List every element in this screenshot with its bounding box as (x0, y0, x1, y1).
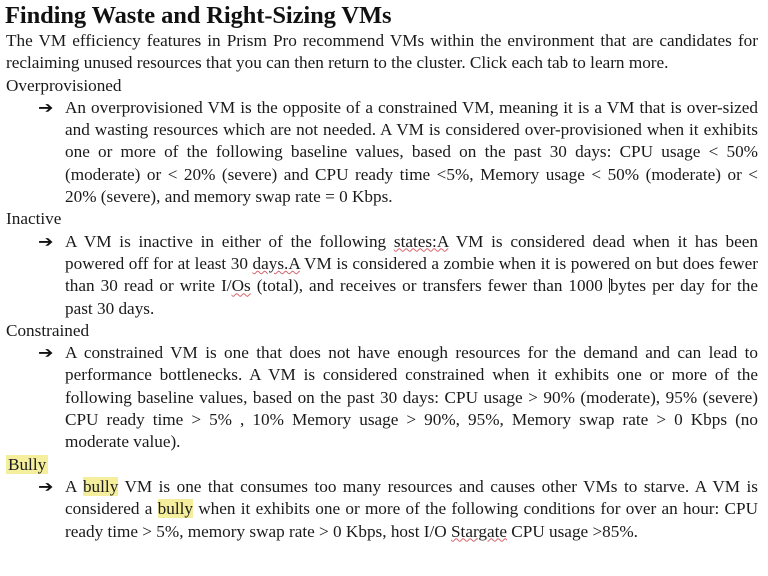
section-heading-constrained: Constrained (6, 320, 90, 340)
bullet-item-overprovisioned: ➔ An overprovisioned VM is the opposite … (0, 97, 768, 208)
section-heading-inactive: Inactive (6, 209, 62, 229)
bullet-text-constrained: A constrained VM is one that does not ha… (65, 343, 758, 452)
text-run: A VM is inactive in either of the follow… (65, 231, 394, 251)
text-run: CPU usage >85%. (507, 521, 638, 541)
section-heading-bully: Bully (0, 454, 768, 476)
arrow-bullet-icon: ➔ (38, 97, 54, 117)
page-title: Finding Waste and Right-Sizing VMs (5, 2, 392, 29)
spellcheck-flagged-text: days.A (252, 253, 300, 273)
arrow-bullet-icon: ➔ (38, 343, 54, 363)
text-run: (total), and receives or transfers fewer… (250, 276, 609, 296)
bullet-item-bully: ➔ A bully VM is one that consumes too ma… (0, 476, 768, 543)
bullet-item-inactive: ➔ A VM is inactive in either of the foll… (0, 231, 768, 320)
spellcheck-flagged-text: Stargate (450, 521, 507, 541)
highlighted-text: bully (157, 499, 193, 519)
spellcheck-flagged-text: Os (231, 276, 251, 296)
section-constrained: Constrained ➔ A constrained VM is one th… (0, 320, 768, 454)
section-overprovisioned: Overprovisioned ➔ An overprovisioned VM … (0, 75, 768, 209)
bullet-text-inactive: A VM is inactive in either of the follow… (65, 231, 758, 320)
bullet-item-constrained: ➔ A constrained VM is one that does not … (0, 342, 768, 453)
bullet-text-overprovisioned: An overprovisioned VM is the opposite of… (65, 97, 758, 207)
spellcheck-flagged-text: states:A (393, 231, 449, 251)
arrow-bullet-icon: ➔ (38, 476, 54, 496)
intro-paragraph: The VM efficiency features in Prism Pro … (6, 31, 758, 73)
section-inactive: Inactive ➔ A VM is inactive in either of… (0, 208, 768, 319)
section-heading-overprovisioned: Overprovisioned (6, 75, 122, 95)
bullet-text-bully: A bully VM is one that consumes too many… (65, 476, 758, 543)
arrow-bullet-icon: ➔ (38, 231, 54, 251)
highlighted-text: bully (82, 476, 119, 496)
section-heading-bully-label: Bully (6, 454, 49, 474)
section-bully: Bully ➔ A bully VM is one that consumes … (0, 454, 768, 543)
document-page: Finding Waste and Right-Sizing VMs The V… (0, 0, 768, 576)
